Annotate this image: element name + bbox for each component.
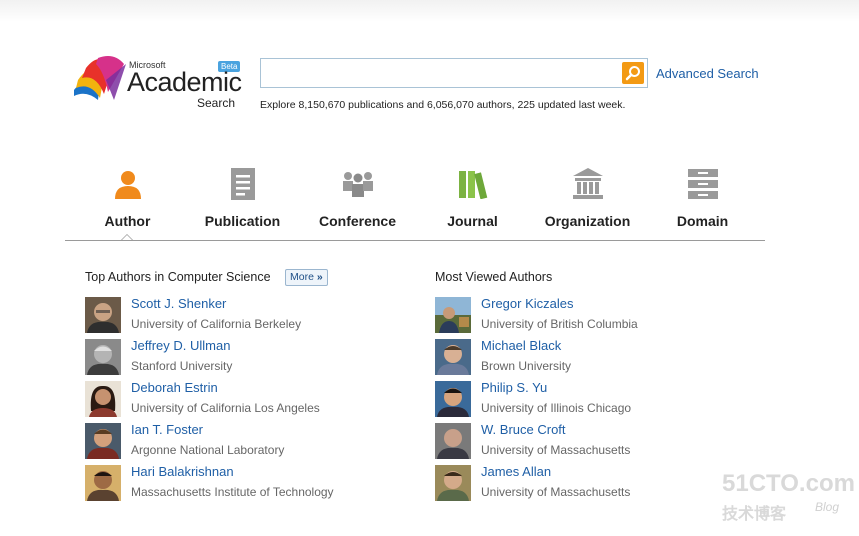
author-name-link[interactable]: Philip S. Yu [481, 380, 547, 395]
author-institution: University of Massachusetts [481, 485, 631, 499]
top-authors-title: Top Authors in Computer Science [85, 270, 271, 284]
tab-label: Conference [318, 213, 397, 229]
avatar [435, 339, 471, 375]
more-button[interactable]: More » [285, 269, 328, 286]
books-icon [415, 165, 530, 203]
search-input[interactable] [265, 60, 624, 88]
stats-text: Explore 8,150,670 publications and 6,056… [260, 99, 626, 111]
avatar [435, 465, 471, 501]
top-gradient [0, 0, 859, 22]
search-button[interactable] [622, 62, 644, 84]
author-institution: Argonne National Laboratory [131, 443, 285, 457]
advanced-search-link[interactable]: Advanced Search [656, 66, 759, 81]
logo-sub: Search [197, 96, 236, 110]
author-institution: Brown University [481, 359, 572, 373]
logo-book-icon [74, 56, 126, 100]
watermark-blog: Blog [815, 500, 840, 514]
double-chevron-icon: » [316, 271, 323, 283]
author-name-link[interactable]: W. Bruce Croft [481, 422, 566, 437]
author-name-link[interactable]: Hari Balakrishnan [131, 464, 234, 479]
more-label: More [290, 271, 314, 283]
author-institution: Stanford University [131, 359, 233, 373]
author-institution: University of British Columbia [481, 317, 638, 331]
logo-name: Academic [127, 67, 242, 97]
author-name-link[interactable]: Scott J. Shenker [131, 296, 226, 311]
watermark-site: 51CTO.com [722, 470, 855, 497]
tab-label: Author [104, 213, 151, 229]
magnifier-icon [625, 66, 640, 81]
tab-publication[interactable]: Publication [185, 165, 300, 229]
watermark-cn: 技术博客 [722, 506, 787, 523]
group-icon [300, 165, 415, 203]
author-institution: University of California Berkeley [131, 317, 302, 331]
tab-domain[interactable]: Domain [645, 165, 760, 229]
search-box [260, 58, 648, 88]
author-institution: Massachusetts Institute of Technology [131, 485, 334, 499]
tabs-divider [65, 240, 765, 241]
avatar [435, 423, 471, 459]
person-icon [70, 165, 185, 203]
tab-label: Publication [204, 213, 281, 229]
tab-label: Organization [544, 213, 631, 229]
tab-label: Journal [447, 213, 498, 229]
avatar [85, 381, 121, 417]
author-institution: University of Massachusetts [481, 443, 631, 457]
avatar [85, 423, 121, 459]
tab-journal[interactable]: Journal [415, 165, 530, 229]
author-name-link[interactable]: Deborah Estrin [131, 380, 218, 395]
avatar [85, 339, 121, 375]
author-name-link[interactable]: Ian T. Foster [131, 422, 203, 437]
avatar [85, 465, 121, 501]
author-name-link[interactable]: Gregor Kiczales [481, 296, 573, 311]
stack-icon [645, 165, 760, 203]
author-institution: University of California Los Angeles [131, 401, 320, 415]
tab-author[interactable]: Author [70, 165, 185, 229]
document-icon [185, 165, 300, 203]
avatar [435, 297, 471, 333]
avatar [435, 381, 471, 417]
author-name-link[interactable]: Michael Black [481, 338, 561, 353]
author-institution: University of Illinois Chicago [481, 401, 632, 415]
author-name-link[interactable]: James Allan [481, 464, 551, 479]
academic-search-logo[interactable]: Microsoft Beta Academic Search [70, 50, 245, 112]
most-viewed-title: Most Viewed Authors [435, 270, 553, 284]
avatar [85, 297, 121, 333]
active-tab-indicator [121, 234, 133, 240]
tab-label: Domain [676, 213, 729, 229]
tab-organization[interactable]: Organization [530, 165, 645, 229]
tab-conference[interactable]: Conference [300, 165, 415, 229]
author-name-link[interactable]: Jeffrey D. Ullman [131, 338, 230, 353]
building-icon [530, 165, 645, 203]
